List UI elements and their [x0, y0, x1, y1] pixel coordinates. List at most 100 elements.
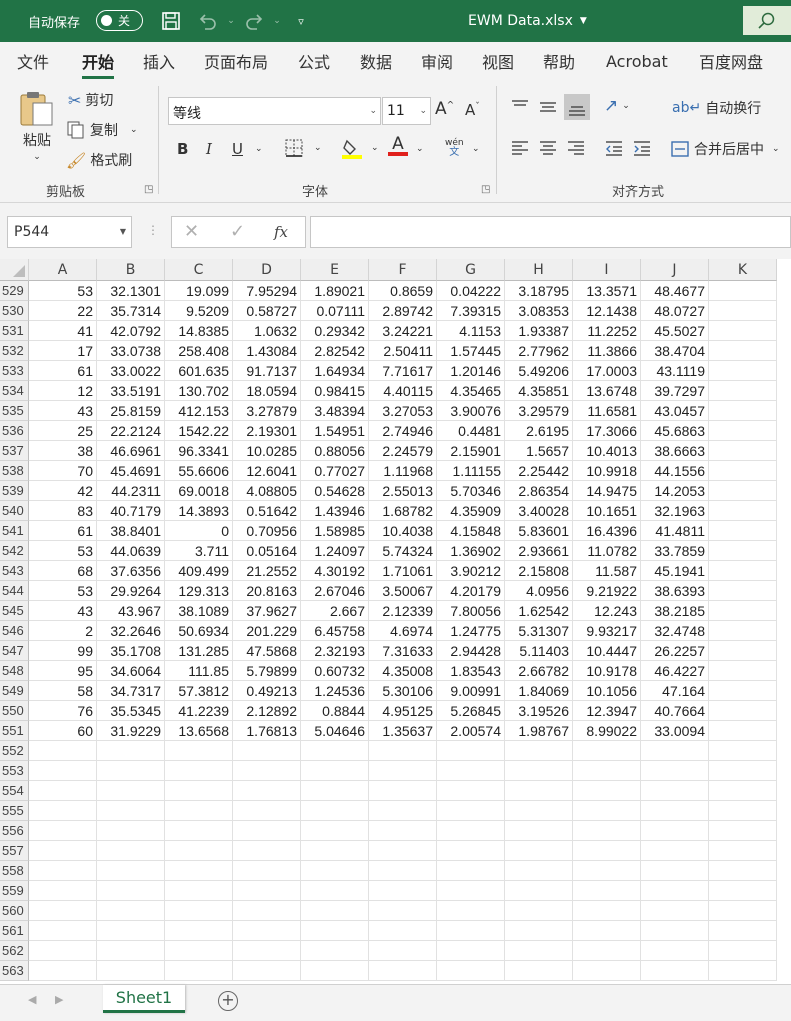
cell[interactable]: [369, 921, 437, 941]
row-header[interactable]: 547: [0, 641, 29, 661]
column-header-k[interactable]: K: [709, 259, 777, 281]
cell[interactable]: [369, 961, 437, 981]
cell[interactable]: [233, 921, 301, 941]
cell[interactable]: 9.00991: [437, 681, 505, 701]
cell[interactable]: 7.71617: [369, 361, 437, 381]
cell[interactable]: 20.8163: [233, 581, 301, 601]
cell[interactable]: [641, 761, 709, 781]
cell[interactable]: 2.12892: [233, 701, 301, 721]
cell[interactable]: 16.4396: [573, 521, 641, 541]
cell[interactable]: 1.36902: [437, 541, 505, 561]
cell[interactable]: 0: [165, 521, 233, 541]
cell[interactable]: 5.04646: [301, 721, 369, 741]
cell[interactable]: 0.58727: [233, 301, 301, 321]
cell[interactable]: [29, 821, 97, 841]
cell[interactable]: 43: [29, 401, 97, 421]
cell[interactable]: [641, 781, 709, 801]
cell[interactable]: 40.7664: [641, 701, 709, 721]
cell[interactable]: [165, 881, 233, 901]
cell[interactable]: [437, 841, 505, 861]
select-all-corner[interactable]: [0, 259, 29, 281]
cell[interactable]: 13.3571: [573, 281, 641, 301]
increase-indent-button[interactable]: [632, 138, 652, 158]
cell[interactable]: [29, 761, 97, 781]
cell[interactable]: 3.18795: [505, 281, 573, 301]
cell[interactable]: 42.0792: [97, 321, 165, 341]
cell[interactable]: 33.0022: [97, 361, 165, 381]
row-header[interactable]: 530: [0, 301, 29, 321]
cell[interactable]: [165, 901, 233, 921]
cell[interactable]: 2.32193: [301, 641, 369, 661]
cell[interactable]: 4.30192: [301, 561, 369, 581]
row-header[interactable]: 532: [0, 341, 29, 361]
cell[interactable]: 2.94428: [437, 641, 505, 661]
cell[interactable]: 5.49206: [505, 361, 573, 381]
cell[interactable]: [437, 861, 505, 881]
cell[interactable]: 38.1089: [165, 601, 233, 621]
cell[interactable]: [709, 821, 777, 841]
cell[interactable]: [505, 901, 573, 921]
cell[interactable]: 12.3947: [573, 701, 641, 721]
sheet-tab-sheet1[interactable]: Sheet1: [103, 985, 185, 1013]
cell[interactable]: [709, 421, 777, 441]
cell[interactable]: [165, 941, 233, 961]
wrap-text-button[interactable]: ab↵ 自动换行: [672, 98, 761, 118]
row-header[interactable]: 550: [0, 701, 29, 721]
tab-insert[interactable]: 插入: [143, 42, 175, 80]
cell[interactable]: [505, 881, 573, 901]
cell[interactable]: [573, 961, 641, 981]
cell[interactable]: [97, 841, 165, 861]
cell[interactable]: 1.62542: [505, 601, 573, 621]
row-header[interactable]: 560: [0, 901, 29, 921]
cell[interactable]: [369, 901, 437, 921]
cell[interactable]: 4.40115: [369, 381, 437, 401]
cell[interactable]: [437, 881, 505, 901]
cell[interactable]: [233, 801, 301, 821]
cell[interactable]: 2.66782: [505, 661, 573, 681]
cell[interactable]: [437, 921, 505, 941]
cell[interactable]: [573, 761, 641, 781]
cell[interactable]: [29, 961, 97, 981]
cell[interactable]: 2.19301: [233, 421, 301, 441]
align-bottom-button[interactable]: [564, 94, 590, 120]
cell[interactable]: [437, 801, 505, 821]
cell[interactable]: 35.7314: [97, 301, 165, 321]
column-header-d[interactable]: D: [233, 259, 301, 281]
cell[interactable]: 3.27053: [369, 401, 437, 421]
cell[interactable]: 32.1301: [97, 281, 165, 301]
cell[interactable]: 34.6064: [97, 661, 165, 681]
cell[interactable]: [709, 281, 777, 301]
cell[interactable]: [709, 621, 777, 641]
cell[interactable]: 0.8659: [369, 281, 437, 301]
cell[interactable]: [505, 821, 573, 841]
cell[interactable]: [505, 961, 573, 981]
cell[interactable]: [233, 821, 301, 841]
cell[interactable]: [505, 921, 573, 941]
cell[interactable]: 17: [29, 341, 97, 361]
cell[interactable]: 0.54628: [301, 481, 369, 501]
cell[interactable]: 1.11155: [437, 461, 505, 481]
cell[interactable]: [437, 821, 505, 841]
cell[interactable]: 4.35851: [505, 381, 573, 401]
grip-icon[interactable]: ⋮: [147, 223, 159, 237]
cell[interactable]: 9.5209: [165, 301, 233, 321]
cell[interactable]: 48.4677: [641, 281, 709, 301]
row-header[interactable]: 554: [0, 781, 29, 801]
cell[interactable]: [97, 781, 165, 801]
cell[interactable]: 5.26845: [437, 701, 505, 721]
cell[interactable]: 46.4227: [641, 661, 709, 681]
cell[interactable]: 2.77962: [505, 341, 573, 361]
cell[interactable]: [573, 901, 641, 921]
cell[interactable]: 19.099: [165, 281, 233, 301]
cell[interactable]: 38.2185: [641, 601, 709, 621]
cell[interactable]: 2.67046: [301, 581, 369, 601]
insert-function-icon[interactable]: fx: [274, 223, 288, 241]
row-header[interactable]: 539: [0, 481, 29, 501]
row-header[interactable]: 535: [0, 401, 29, 421]
column-header-b[interactable]: B: [97, 259, 165, 281]
cell[interactable]: 68: [29, 561, 97, 581]
cell[interactable]: 21.2552: [233, 561, 301, 581]
cell[interactable]: [709, 581, 777, 601]
cell[interactable]: [97, 901, 165, 921]
cell[interactable]: 61: [29, 521, 97, 541]
